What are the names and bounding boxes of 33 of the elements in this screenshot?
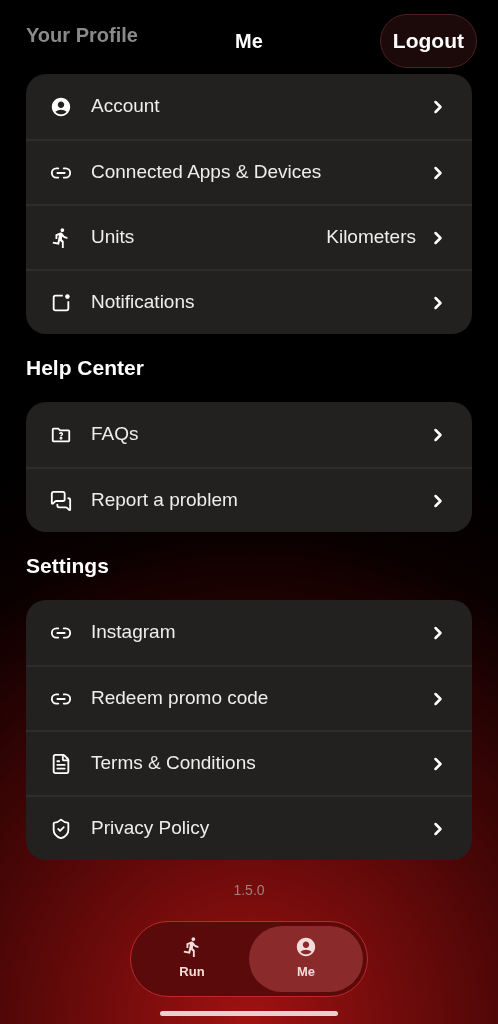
settings-row[interactable]: Instagram [26, 600, 472, 665]
row-label: Connected Apps & Devices [91, 160, 322, 185]
row-label: Instagram [91, 620, 176, 645]
settings-row[interactable]: Terms & Conditions [26, 730, 472, 795]
row-label: Units [91, 225, 135, 250]
notification-icon [50, 291, 72, 314]
version-text: 1.5.0 [233, 881, 265, 900]
row-value: Kilometers [326, 225, 416, 250]
chat-bubbles-icon [50, 489, 72, 512]
settings-row[interactable]: Connected Apps & Devices [26, 139, 472, 204]
settings-row[interactable]: Units Kilometers [26, 204, 472, 269]
logout-button[interactable]: Logout [379, 14, 477, 68]
settings-row[interactable]: Account [26, 74, 472, 139]
settings-row[interactable]: Notifications [26, 269, 472, 334]
row-label: Notifications [91, 290, 195, 315]
settings-row[interactable]: Redeem promo code [26, 665, 472, 730]
row-label: FAQs [91, 422, 139, 447]
document-icon [50, 752, 72, 775]
settings-row[interactable]: Privacy Policy [26, 795, 472, 860]
page-title: Me [235, 29, 263, 54]
row-label: Privacy Policy [91, 816, 210, 841]
shield-check-icon [50, 817, 72, 840]
row-label: Terms & Conditions [91, 751, 256, 776]
settings-row[interactable]: Report a problem [26, 467, 472, 532]
row-label: Report a problem [91, 488, 238, 513]
tab-item[interactable]: Me [249, 926, 363, 992]
tab-item[interactable]: Run [135, 926, 249, 992]
row-label: Account [91, 94, 160, 119]
settings-row[interactable]: FAQs [26, 402, 472, 467]
row-label: Redeem promo code [91, 686, 269, 711]
faded-title: Your Profile [26, 23, 138, 48]
section-heading: Help Center [26, 355, 145, 382]
section-heading: Settings [26, 553, 110, 580]
